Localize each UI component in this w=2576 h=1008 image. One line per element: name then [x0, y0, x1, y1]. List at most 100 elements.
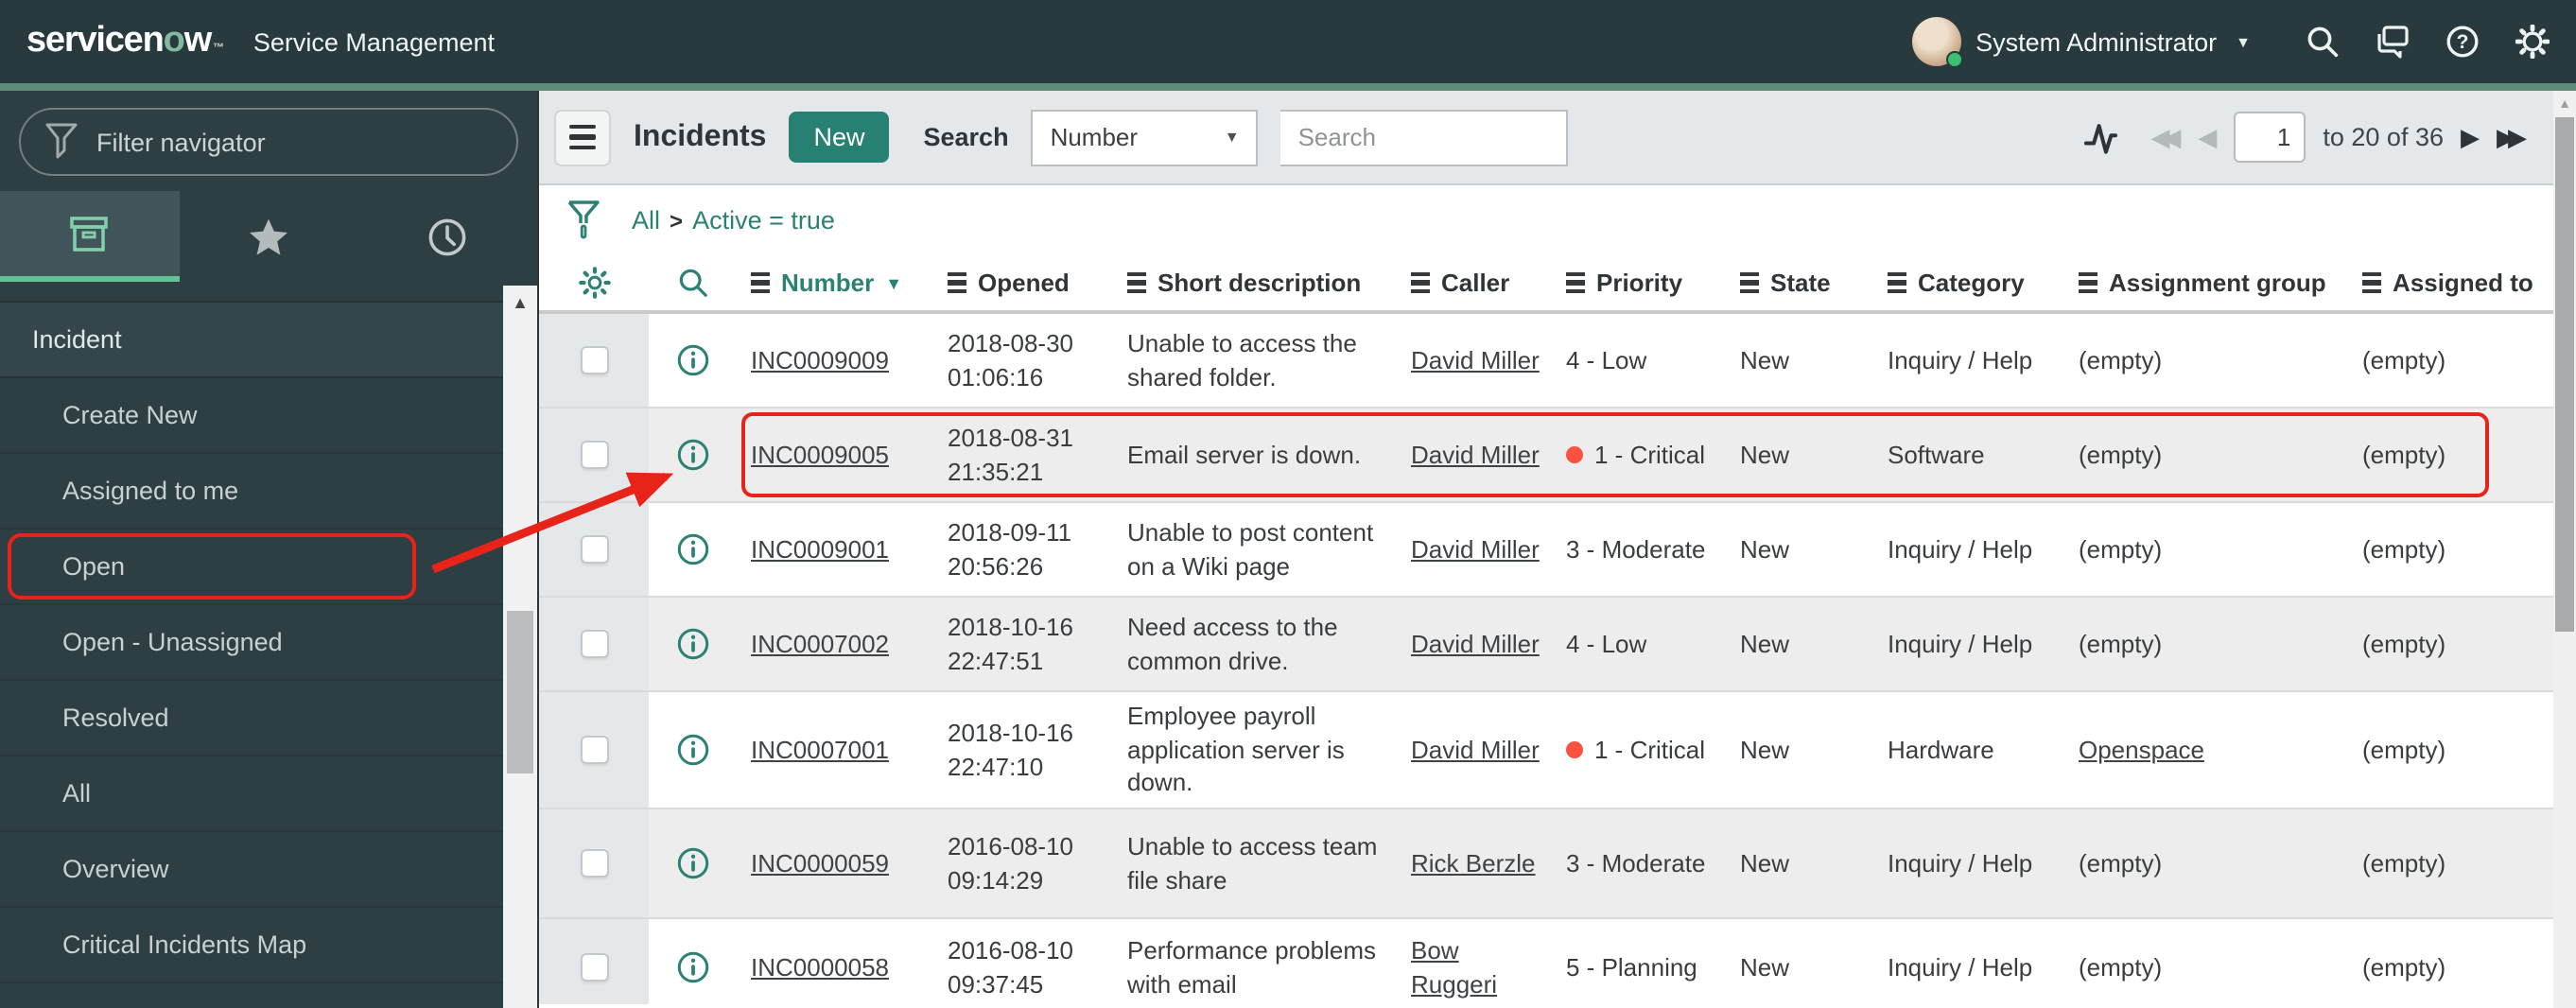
sidebar-item-resolved[interactable]: Resolved	[0, 681, 537, 756]
column-header-priority[interactable]: Priority	[1551, 269, 1725, 297]
caller-link[interactable]: Bow Ruggeri	[1411, 935, 1497, 998]
scroll-up-arrow-icon[interactable]: ▲	[2553, 91, 2576, 112]
column-menu-icon[interactable]	[2362, 272, 2381, 293]
caller-link[interactable]: David Miller	[1411, 440, 1540, 468]
incident-row[interactable]: INC0009005 2018-08-31 21:35:21 Email ser…	[539, 408, 2576, 503]
incident-number-link[interactable]: INC0009005	[751, 440, 889, 468]
incident-number-link[interactable]: INC0009001	[751, 534, 889, 563]
caller-link[interactable]: David Miller	[1411, 534, 1540, 563]
incident-number-link[interactable]: INC0000058	[751, 952, 889, 981]
incident-row[interactable]: INC0007002 2018-10-16 22:47:51 Need acce…	[539, 598, 2576, 692]
caller-link[interactable]: Rick Berzle	[1411, 848, 1536, 877]
new-button[interactable]: New	[789, 112, 890, 163]
next-page-button[interactable]: ▶	[2461, 125, 2480, 149]
column-menu-icon[interactable]	[1127, 272, 1146, 293]
breadcrumb-active-filter[interactable]: Active = true	[692, 206, 835, 235]
column-search-icon[interactable]	[676, 267, 708, 299]
global-search-icon[interactable]	[2306, 25, 2340, 59]
incident-row[interactable]: INC0009009 2018-08-30 01:06:16 Unable to…	[539, 314, 2576, 408]
list-scrollbar[interactable]: ▲	[2553, 91, 2576, 1008]
column-menu-icon[interactable]	[948, 272, 966, 293]
sidebar-item-critical-incidents-map[interactable]: Critical Incidents Map	[0, 908, 537, 983]
record-preview-icon[interactable]	[676, 734, 708, 766]
caller-link[interactable]: David Miller	[1411, 629, 1540, 657]
short-description-value: Unable to access team file share	[1127, 831, 1378, 894]
assigned-to-value: (empty)	[2362, 534, 2446, 564]
sidebar-item-create-new[interactable]: Create New	[0, 378, 537, 454]
user-menu[interactable]: System Administrator ▼	[1911, 17, 2251, 68]
column-menu-icon[interactable]	[1888, 272, 1906, 293]
incident-number-link[interactable]: INC0007001	[751, 735, 889, 763]
menu-scroll-sliver	[0, 282, 537, 303]
record-preview-icon[interactable]	[676, 344, 708, 376]
row-checkbox[interactable]	[580, 441, 608, 469]
scroll-up-arrow-icon[interactable]: ▲	[503, 286, 537, 312]
caller-link[interactable]: David Miller	[1411, 345, 1540, 374]
filter-icon[interactable]	[567, 200, 600, 240]
caller-link[interactable]: David Miller	[1411, 735, 1540, 763]
column-menu-icon[interactable]	[751, 272, 770, 293]
column-header-number[interactable]: Number ▼	[736, 269, 932, 297]
search-field-select[interactable]: Number ▼	[1031, 109, 1259, 165]
column-menu-icon[interactable]	[1411, 272, 1430, 293]
row-checkbox[interactable]	[580, 535, 608, 564]
user-name: System Administrator	[1976, 27, 2218, 56]
record-preview-icon[interactable]	[676, 628, 708, 660]
help-icon[interactable]: ?	[2445, 25, 2480, 59]
record-preview-icon[interactable]	[676, 439, 708, 471]
incident-number-link[interactable]: INC0009009	[751, 345, 889, 374]
column-menu-icon[interactable]	[2079, 272, 2097, 293]
column-menu-icon[interactable]	[1566, 272, 1585, 293]
servicenow-logo[interactable]: servicen o w ™	[26, 21, 224, 62]
tab-favorites[interactable]	[179, 191, 357, 282]
column-menu-icon[interactable]	[1740, 272, 1759, 293]
column-header-category[interactable]: Category	[1872, 269, 2063, 297]
sidebar-item-overview[interactable]: Overview	[0, 832, 537, 908]
incident-row[interactable]: INC0009001 2018-09-11 20:56:26 Unable to…	[539, 503, 2576, 598]
avatar[interactable]	[1911, 17, 1963, 68]
tab-history[interactable]	[358, 191, 537, 282]
sidebar-item-open-unassigned[interactable]: Open - Unassigned	[0, 605, 537, 681]
previous-page-button[interactable]: ◀	[2198, 125, 2217, 149]
row-checkbox[interactable]	[580, 849, 608, 878]
column-header-caller[interactable]: Caller	[1396, 269, 1551, 297]
sidebar-item-all[interactable]: All	[0, 756, 537, 832]
state-value: New	[1740, 952, 1790, 982]
list-personalize-gear-icon[interactable]	[578, 267, 610, 299]
breadcrumb-all[interactable]: All	[632, 206, 660, 235]
row-checkbox[interactable]	[580, 953, 608, 982]
record-preview-icon[interactable]	[676, 533, 708, 565]
column-header-assignment-group[interactable]: Assignment group	[2063, 269, 2347, 297]
row-checkbox[interactable]	[580, 346, 608, 374]
record-preview-icon[interactable]	[676, 951, 708, 983]
sidebar-scroll-thumb[interactable]	[507, 611, 533, 773]
column-header-short-description[interactable]: Short description	[1112, 269, 1396, 297]
sidebar-item-assigned-to-me[interactable]: Assigned to me	[0, 454, 537, 530]
gear-icon[interactable]	[2515, 25, 2550, 59]
record-preview-icon[interactable]	[676, 847, 708, 879]
filter-navigator-input[interactable]	[19, 108, 518, 176]
list-search-input[interactable]	[1280, 109, 1569, 165]
list-scroll-thumb[interactable]	[2555, 117, 2574, 632]
sidebar-item-open[interactable]: Open	[0, 530, 537, 605]
row-checkbox[interactable]	[580, 736, 608, 764]
column-header-assigned-to[interactable]: Assigned to	[2347, 269, 2576, 297]
cell-caller: David Miller	[1396, 627, 1551, 661]
sidebar-section-incident[interactable]: Incident	[0, 303, 537, 378]
connect-chat-icon[interactable]	[2376, 25, 2410, 59]
column-header-opened[interactable]: Opened	[932, 269, 1112, 297]
incident-row[interactable]: INC0000058 2016-08-10 09:37:45 Performan…	[539, 919, 2576, 1004]
last-page-button[interactable]: ▶▶	[2497, 125, 2527, 149]
incident-number-link[interactable]: INC0007002	[751, 629, 889, 657]
page-number-input[interactable]	[2234, 112, 2306, 163]
list-context-menu-button[interactable]	[554, 109, 611, 165]
incident-row[interactable]: INC0007001 2018-10-16 22:47:10 Employee …	[539, 692, 2576, 809]
incident-row[interactable]: INC0000059 2016-08-10 09:14:29 Unable to…	[539, 809, 2576, 919]
first-page-button[interactable]: ◀◀	[2150, 125, 2181, 149]
column-header-state[interactable]: State	[1725, 269, 1872, 297]
row-checkbox[interactable]	[580, 630, 608, 658]
sidebar-scrollbar[interactable]: ▲	[503, 286, 537, 1008]
incident-number-link[interactable]: INC0000059	[751, 848, 889, 877]
activity-stream-icon[interactable]	[2084, 118, 2126, 156]
tab-all-applications[interactable]	[0, 191, 180, 282]
